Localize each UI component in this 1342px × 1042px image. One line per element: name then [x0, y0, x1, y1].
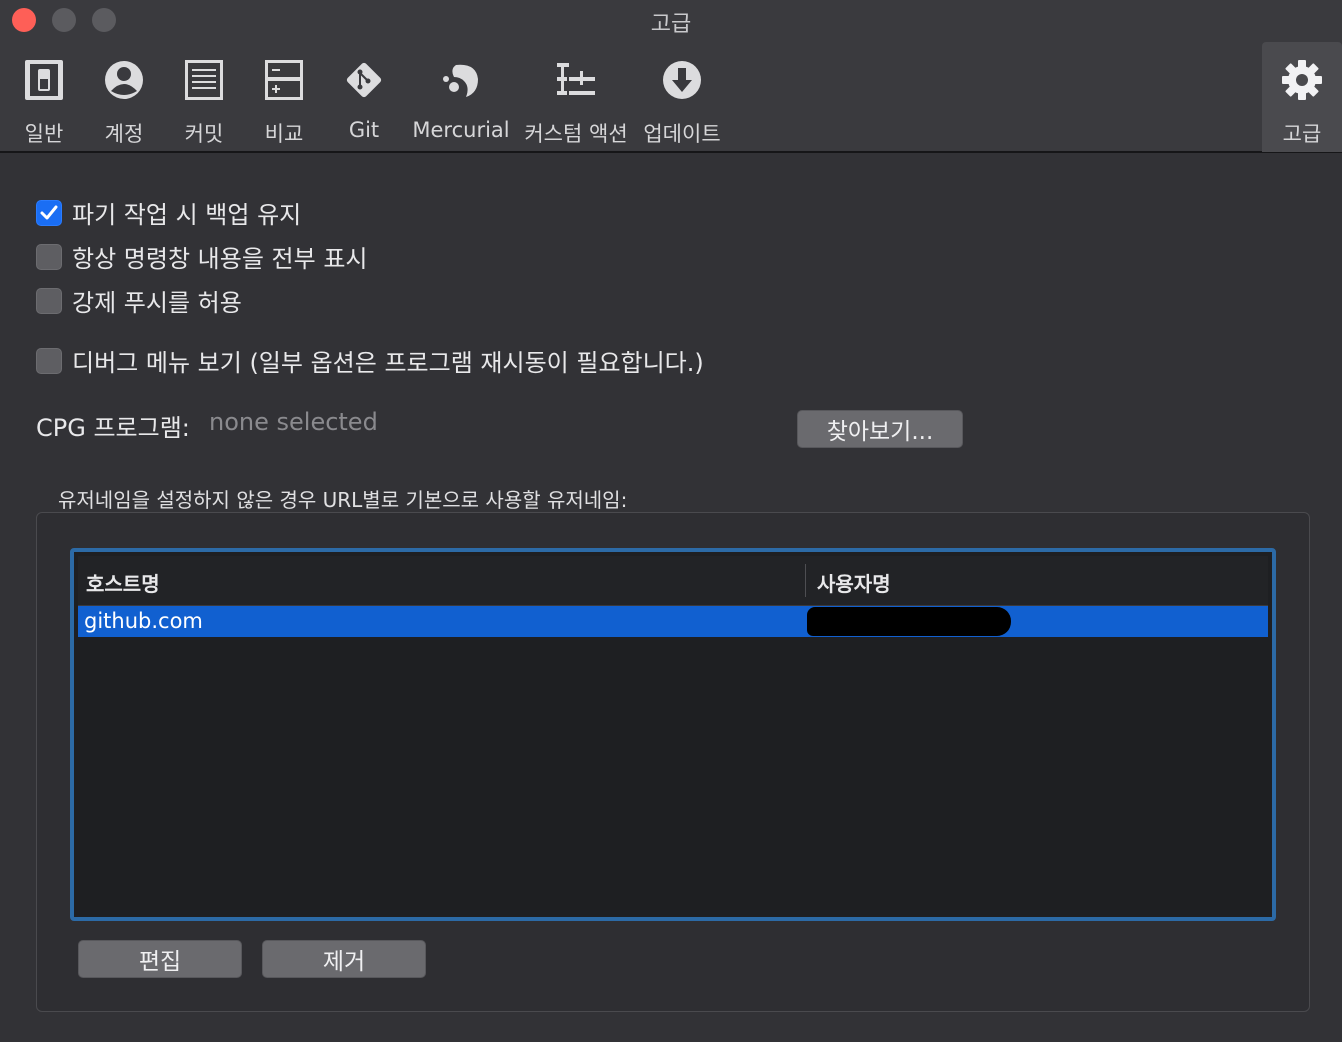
account-icon [103, 54, 145, 106]
edit-button[interactable]: 편집 [78, 940, 242, 978]
tab-custom-actions-label: 커스텀 액션 [524, 122, 628, 146]
tab-update-label: 업데이트 [643, 122, 721, 146]
allow-force-push-label: 강제 푸시를 허용 [72, 289, 242, 317]
window-title: 고급 [650, 12, 692, 37]
gear-icon [1281, 54, 1323, 106]
option-allow-force-push[interactable]: 강제 푸시를 허용 [36, 283, 242, 318]
show-full-command-label: 항상 명령창 내용을 전부 표시 [72, 245, 368, 273]
tab-advanced-label: 고급 [1282, 122, 1322, 146]
diff-icon [264, 54, 304, 106]
git-icon [343, 54, 385, 106]
remove-button[interactable]: 제거 [262, 940, 426, 978]
table-header: 호스트명 사용자명 [78, 556, 1268, 606]
gpg-program-label: CPG 프로그램: [36, 414, 190, 442]
tab-diff[interactable]: 비교 [260, 54, 308, 150]
redacted-username [807, 607, 1011, 636]
tab-git[interactable]: Git [340, 54, 388, 150]
switch-icon [24, 54, 64, 106]
tab-update[interactable]: 업데이트 [642, 54, 722, 150]
column-header-user[interactable]: 사용자명 [817, 568, 891, 597]
download-icon [661, 54, 703, 106]
option-debug-menu[interactable]: 디버그 메뉴 보기 (일부 옵션은 프로그램 재시동이 필요합니다.) [36, 343, 704, 378]
tab-accounts[interactable]: 계정 [100, 54, 148, 150]
tab-mercurial-label: Mercurial [412, 118, 510, 142]
usernames-caption: 유저네임을 설정하지 않은 경우 URL별로 기본으로 사용할 유저네임: [58, 488, 628, 512]
allow-force-push-checkbox[interactable] [36, 287, 62, 314]
column-header-host[interactable]: 호스트명 [86, 568, 160, 597]
toolbar: 고급 일반 계정 커밋 비교 Git Mercurial 커스텀 액션 업데이트… [0, 0, 1342, 153]
tab-commit-label: 커밋 [184, 122, 224, 146]
usernames-table-body: 호스트명 사용자명 github.com [78, 556, 1268, 913]
debug-menu-label: 디버그 메뉴 보기 (일부 옵션은 프로그램 재시동이 필요합니다.) [72, 349, 704, 377]
usernames-table[interactable]: 호스트명 사용자명 github.com [70, 548, 1276, 921]
tab-general-label: 일반 [24, 122, 64, 146]
preferences-window: 고급 일반 계정 커밋 비교 Git Mercurial 커스텀 액션 업데이트… [0, 0, 1342, 1042]
checkmark-icon [40, 205, 58, 219]
table-cell-host: github.com [84, 609, 203, 633]
browse-button[interactable]: 찾아보기... [797, 410, 963, 448]
tab-accounts-label: 계정 [104, 122, 144, 146]
keep-backup-checkbox[interactable] [36, 199, 62, 226]
mercurial-icon [440, 54, 482, 106]
tab-general[interactable]: 일반 [20, 54, 68, 150]
keep-backup-label: 파기 작업 시 백업 유지 [72, 201, 302, 229]
option-show-full-command[interactable]: 항상 명령창 내용을 전부 표시 [36, 239, 367, 274]
tab-custom-actions[interactable]: 커스텀 액션 [524, 54, 628, 150]
tab-advanced[interactable]: 고급 [1262, 42, 1342, 152]
tab-commit[interactable]: 커밋 [180, 54, 228, 150]
custom-actions-icon [555, 54, 597, 106]
option-keep-backup[interactable]: 파기 작업 시 백업 유지 [36, 195, 301, 230]
tab-diff-label: 비교 [264, 122, 304, 146]
gpg-program-value: none selected [209, 408, 378, 436]
show-full-command-checkbox[interactable] [36, 243, 62, 270]
tab-mercurial[interactable]: Mercurial [411, 54, 511, 150]
table-row[interactable]: github.com [78, 606, 1268, 637]
tab-git-label: Git [348, 118, 380, 142]
debug-menu-checkbox[interactable] [36, 347, 62, 374]
document-icon [184, 54, 224, 106]
column-divider[interactable] [805, 564, 806, 597]
